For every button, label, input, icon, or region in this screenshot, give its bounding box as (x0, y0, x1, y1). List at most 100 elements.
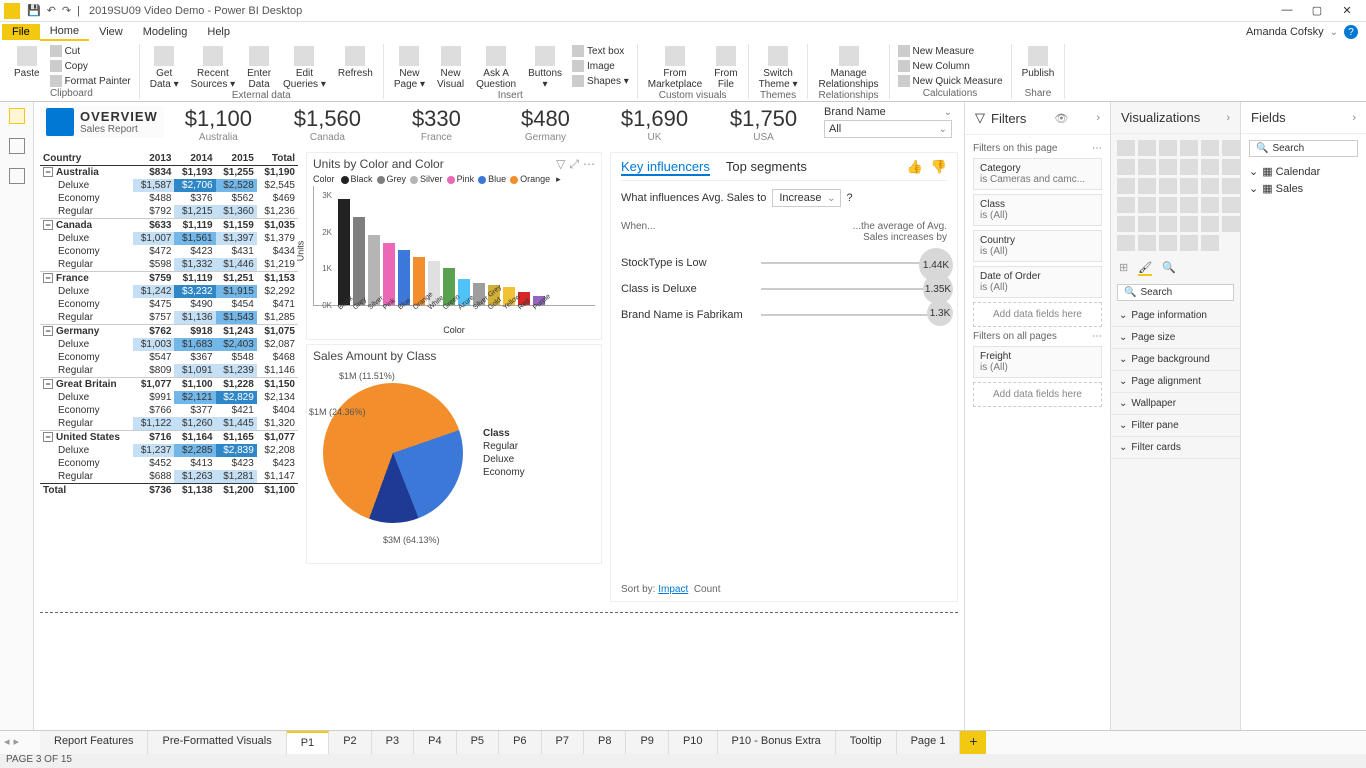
ribbon-button[interactable]: Copy (48, 59, 133, 73)
legend-next-icon[interactable]: ▸ (556, 174, 561, 185)
page-tab[interactable]: P8 (584, 731, 626, 754)
viz-type-icon[interactable] (1180, 235, 1198, 251)
ribbon-button[interactable]: New Page ▾ (390, 44, 429, 92)
fields-table[interactable]: ⌄ ▦ Sales (1241, 180, 1366, 197)
chevron-down-icon[interactable] (944, 106, 952, 118)
viz-type-icon[interactable] (1180, 159, 1198, 175)
tab-help[interactable]: Help (197, 24, 240, 40)
bar-chart-visual[interactable]: Units by Color and Color ▽⤢⋯ ColorBlackG… (306, 152, 602, 340)
viz-type-icon[interactable] (1117, 159, 1135, 175)
ribbon-button[interactable]: Format Painter (48, 74, 133, 88)
viz-type-icon[interactable] (1201, 140, 1219, 156)
viz-type-icon[interactable] (1159, 178, 1177, 194)
page-tab[interactable]: P6 (499, 731, 541, 754)
collapse-icon[interactable]: › (1352, 112, 1356, 124)
format-icon[interactable]: 🖌 (1138, 261, 1152, 276)
ribbon-button[interactable]: Edit Queries ▾ (279, 44, 330, 92)
collapse-icon[interactable]: › (1096, 112, 1100, 124)
viz-type-icon[interactable] (1180, 140, 1198, 156)
ribbon-button[interactable]: From File (710, 44, 741, 92)
next-page-icon[interactable]: ▸ (14, 735, 20, 748)
legend-item[interactable]: Deluxe (483, 454, 525, 465)
legend-item[interactable]: Regular (483, 441, 525, 452)
viz-type-icon[interactable] (1138, 178, 1156, 194)
filter-card[interactable]: Classis (All) (973, 194, 1102, 226)
help-icon[interactable]: ? (1344, 25, 1358, 39)
viz-type-icon[interactable] (1201, 235, 1219, 251)
viz-type-icon[interactable] (1117, 216, 1135, 232)
matrix-visual[interactable]: Country201320142015Total−Australia$834$1… (40, 152, 298, 602)
ribbon-button[interactable]: Text box (570, 44, 631, 58)
ki-influencer[interactable]: Brand Name is Fabrikam1.3K (621, 309, 947, 321)
viz-type-icon[interactable] (1180, 197, 1198, 213)
page-tab[interactable]: Report Features (40, 731, 148, 754)
save-icon[interactable]: 💾 (27, 4, 41, 17)
collapse-icon[interactable]: − (43, 273, 53, 283)
kpi-card[interactable]: $1,690UK (600, 106, 709, 143)
collapse-icon[interactable]: − (43, 432, 53, 442)
add-fields-drop[interactable]: Add data fields here (973, 382, 1102, 407)
prev-page-icon[interactable]: ◂ (4, 735, 10, 748)
page-tab[interactable]: Page 1 (897, 731, 961, 754)
collapse-icon[interactable]: › (1226, 112, 1230, 124)
ki-dropdown[interactable]: Increase (772, 189, 840, 207)
viz-type-icon[interactable] (1222, 216, 1240, 232)
more-icon[interactable]: ⋯ (1092, 143, 1102, 154)
ribbon-button[interactable]: Publish (1018, 44, 1059, 81)
analytics-icon[interactable]: 🔍 (1162, 261, 1176, 276)
ki-influencer[interactable]: StockType is Low1.44K (621, 257, 947, 269)
ribbon-button[interactable]: New Visual (433, 44, 468, 92)
kpi-card[interactable]: $330France (382, 106, 491, 143)
format-search[interactable]: 🔍 Search (1117, 284, 1234, 301)
fields-search[interactable]: 🔍 Search (1249, 140, 1358, 157)
viz-type-icon[interactable] (1159, 197, 1177, 213)
tab-modeling[interactable]: Modeling (133, 24, 198, 40)
bar[interactable] (338, 199, 350, 305)
viz-type-icon[interactable] (1159, 159, 1177, 175)
viz-type-icon[interactable] (1222, 140, 1240, 156)
more-icon[interactable]: ⋯ (583, 157, 595, 171)
viz-type-icon[interactable] (1117, 178, 1135, 194)
tab-home[interactable]: Home (40, 23, 89, 41)
user-name[interactable]: Amanda Cofsky (1246, 26, 1324, 38)
kpi-card[interactable]: $1,750USA (709, 106, 818, 143)
viz-type-icon[interactable] (1159, 235, 1177, 251)
user-chevron-icon[interactable] (1330, 26, 1338, 38)
thumbs-up-icon[interactable]: 👍 (907, 159, 923, 176)
ribbon-button[interactable]: Manage Relationships (814, 44, 882, 92)
page-tab[interactable]: P5 (457, 731, 499, 754)
minimize-icon[interactable]: — (1272, 4, 1302, 17)
page-tab[interactable]: P9 (626, 731, 668, 754)
redo-icon[interactable]: ↷ (62, 4, 71, 17)
ribbon-button[interactable]: Switch Theme ▾ (755, 44, 802, 92)
more-icon[interactable]: ⋯ (1092, 331, 1102, 342)
tab-view[interactable]: View (89, 24, 133, 40)
filter-card[interactable]: Categoryis Cameras and camc... (973, 158, 1102, 190)
viz-type-icon[interactable] (1222, 178, 1240, 194)
tab-key-influencers[interactable]: Key influencers (621, 159, 710, 176)
brand-slicer[interactable]: Brand Name All (818, 106, 958, 138)
viz-type-icon[interactable] (1180, 216, 1198, 232)
format-section[interactable]: ⌄ Page size (1111, 327, 1240, 349)
eye-icon[interactable]: 👁 (1054, 112, 1068, 125)
thumbs-down-icon[interactable]: 👎 (931, 159, 947, 176)
maximize-icon[interactable]: ▢ (1302, 4, 1332, 17)
ribbon-button[interactable]: Buttons ▾ (524, 44, 566, 92)
viz-type-icon[interactable] (1159, 140, 1177, 156)
ribbon-button[interactable]: New Column (896, 59, 1005, 73)
viz-type-icon[interactable] (1117, 235, 1135, 251)
format-section[interactable]: ⌄ Page alignment (1111, 371, 1240, 393)
collapse-icon[interactable]: − (43, 220, 53, 230)
viz-type-icon[interactable] (1138, 235, 1156, 251)
bar[interactable] (383, 243, 395, 305)
viz-type-icon[interactable] (1138, 197, 1156, 213)
format-section[interactable]: ⌄ Page background (1111, 349, 1240, 371)
ribbon-button[interactable]: Shapes ▾ (570, 74, 631, 88)
legend-item[interactable]: Economy (483, 467, 525, 478)
focus-icon[interactable]: ⤢ (569, 157, 579, 171)
page-tab[interactable]: P7 (542, 731, 584, 754)
viz-type-icon[interactable] (1138, 159, 1156, 175)
viz-type-icon[interactable] (1159, 216, 1177, 232)
ribbon-button[interactable]: Get Data ▾ (146, 44, 183, 92)
filter-card[interactable]: Freightis (All) (973, 346, 1102, 378)
